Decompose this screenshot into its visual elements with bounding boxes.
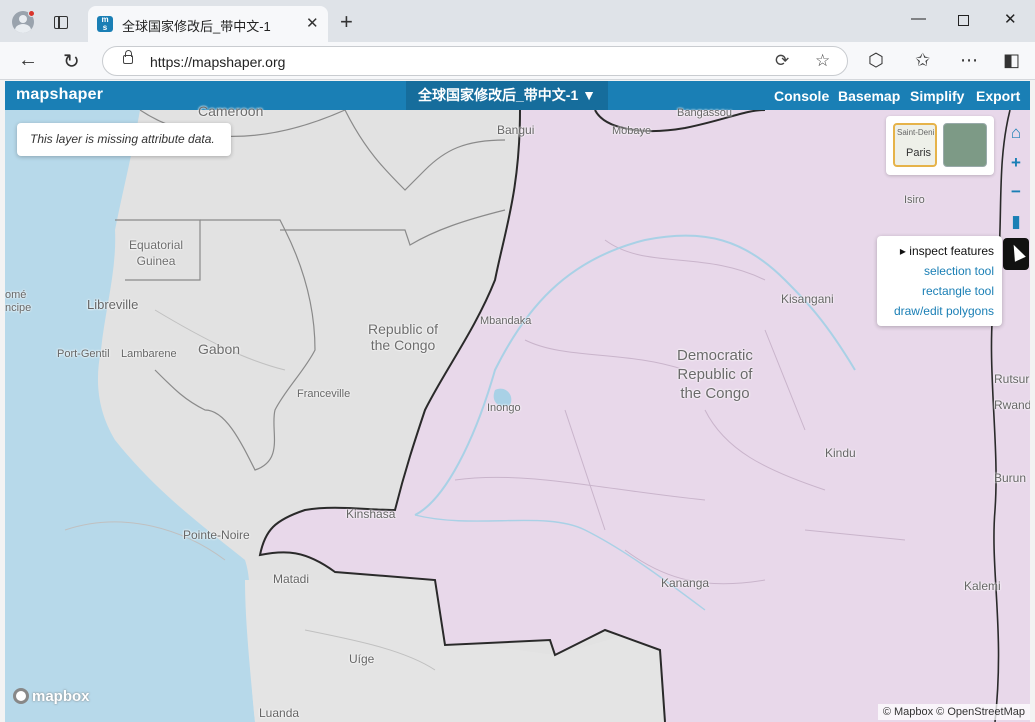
label-lambarene: Lambarene bbox=[121, 348, 177, 360]
label-uige: Uíge bbox=[349, 652, 375, 666]
bookmark-icon[interactable]: ▮ bbox=[1003, 209, 1029, 235]
map-attribution[interactable]: © Mapbox © OpenStreetMap bbox=[877, 704, 1030, 720]
label-mobaye: Mobaye bbox=[612, 125, 652, 137]
basemap-button[interactable]: Basemap bbox=[838, 88, 900, 104]
browser-tab[interactable]: ms 全球国家修改后_带中文-1 ✕ bbox=[88, 6, 328, 42]
label-libreville: Libreville bbox=[87, 297, 139, 312]
draw-edit-polygons-option[interactable]: draw/edit polygons bbox=[894, 304, 994, 318]
map-shapes bbox=[5, 110, 1030, 722]
label-pointe-noire: Pointe-Noire bbox=[183, 528, 250, 542]
zoom-in-icon[interactable]: + bbox=[1003, 150, 1029, 176]
label-bangassou: Bangassou bbox=[677, 107, 733, 119]
interaction-tool-menu: ▸ inspect features selection tool rectan… bbox=[877, 236, 1002, 326]
app-header: mapshaper 全球国家修改后_带中文-1 ▼ Console Basema… bbox=[5, 81, 1030, 110]
tab-title: 全球国家修改后_带中文-1 bbox=[122, 19, 271, 34]
extensions-icon[interactable]: ⬡ bbox=[868, 50, 884, 71]
basemap-satellite-thumb[interactable] bbox=[943, 123, 987, 167]
label-republic-of-congo: Republic of the Congo bbox=[368, 321, 439, 353]
label-luanda: Luanda bbox=[259, 706, 300, 720]
simplify-button[interactable]: Simplify bbox=[910, 88, 964, 104]
map-canvas[interactable]: This layer is missing attribute data. Ca… bbox=[5, 103, 1030, 722]
label-rwanda: Rwand bbox=[994, 398, 1030, 412]
selection-tool-option[interactable]: selection tool bbox=[924, 264, 994, 278]
label-gabon: Gabon bbox=[198, 341, 241, 357]
maximize-icon[interactable] bbox=[958, 15, 969, 26]
address-bar-row: ← ↻ https://mapshaper.org ⟳ ☆ ⬡ ✩ ⋯ ◧ bbox=[0, 42, 1035, 80]
inspect-features-option[interactable]: ▸ inspect features bbox=[900, 244, 994, 258]
url-field[interactable]: https://mapshaper.org ⟳ ☆ bbox=[102, 46, 848, 76]
label-cameroon: Cameroon bbox=[198, 103, 264, 119]
rectangle-tool-option[interactable]: rectangle tool bbox=[922, 284, 994, 298]
tab-actions-icon[interactable] bbox=[54, 16, 68, 29]
border-rep-congo bbox=[280, 209, 506, 246]
zoom-out-icon[interactable]: − bbox=[1003, 179, 1029, 205]
mapshaper-app: mapshaper 全球国家修改后_带中文-1 ▼ Console Basema… bbox=[5, 81, 1030, 722]
label-kindu: Kindu bbox=[825, 446, 856, 460]
home-icon[interactable]: ⌂ bbox=[1003, 120, 1029, 146]
minimize-icon[interactable]: — bbox=[911, 10, 926, 27]
pointer-icon[interactable] bbox=[1003, 238, 1029, 270]
basemap-selector: Saint-Deni Paris bbox=[886, 116, 994, 175]
console-button[interactable]: Console bbox=[774, 88, 829, 104]
sidebar-icon[interactable]: ◧ bbox=[1003, 50, 1020, 71]
label-kinshasa: Kinshasa bbox=[346, 507, 396, 521]
label-kisangani: Kisangani bbox=[781, 292, 834, 306]
label-matadi: Matadi bbox=[273, 572, 310, 586]
label-rutshuru: Rutsuru bbox=[994, 372, 1030, 386]
browser-tab-bar: ms 全球国家修改后_带中文-1 ✕ + — ✕ bbox=[0, 0, 1035, 42]
favorite-star-icon[interactable]: ☆ bbox=[815, 51, 830, 71]
app-logo: mapshaper bbox=[16, 86, 104, 103]
mapshaper-favicon-icon: ms bbox=[97, 16, 113, 32]
notification-dot bbox=[28, 10, 35, 17]
atlantic-ocean bbox=[5, 110, 255, 722]
lock-icon[interactable] bbox=[123, 50, 133, 64]
close-window-icon[interactable]: ✕ bbox=[1004, 10, 1017, 28]
missing-attribute-notice: This layer is missing attribute data. bbox=[17, 123, 231, 156]
refresh-icon[interactable]: ↻ bbox=[63, 49, 80, 74]
label-kananga: Kananga bbox=[661, 576, 710, 590]
label-port-gentil: Port-Gentil bbox=[57, 348, 110, 360]
new-tab-icon[interactable]: + bbox=[340, 9, 353, 35]
export-button[interactable]: Export bbox=[976, 88, 1020, 104]
favorites-icon[interactable]: ✩ bbox=[915, 50, 930, 71]
label-isiro: Isiro bbox=[904, 194, 925, 206]
label-kalemie: Kalemi bbox=[964, 579, 1001, 593]
label-burundi: Burun bbox=[994, 471, 1027, 485]
close-tab-icon[interactable]: ✕ bbox=[306, 14, 319, 32]
label-equatorial-guinea: Equatorial Guinea bbox=[129, 238, 184, 268]
label-bangui: Bangui bbox=[497, 123, 535, 137]
label-drc: Democratic Republic of the Congo bbox=[677, 347, 753, 402]
more-icon[interactable]: ⋯ bbox=[960, 50, 978, 71]
label-franceville: Franceville bbox=[297, 388, 351, 400]
url-text[interactable]: https://mapshaper.org bbox=[150, 54, 285, 70]
label-inongo: Inongo bbox=[487, 402, 521, 414]
label-mbandaka: Mbandaka bbox=[480, 315, 532, 327]
mapbox-logo[interactable]: mapbox bbox=[13, 688, 90, 705]
label-sao-tome: omé ncipe bbox=[5, 289, 32, 314]
back-icon[interactable]: ← bbox=[18, 49, 38, 72]
basemap-streets-thumb[interactable]: Saint-Deni Paris bbox=[893, 123, 937, 167]
browser-essentials-icon[interactable]: ⟳ bbox=[775, 51, 789, 71]
layer-selector-button[interactable]: 全球国家修改后_带中文-1 ▼ bbox=[406, 81, 608, 110]
